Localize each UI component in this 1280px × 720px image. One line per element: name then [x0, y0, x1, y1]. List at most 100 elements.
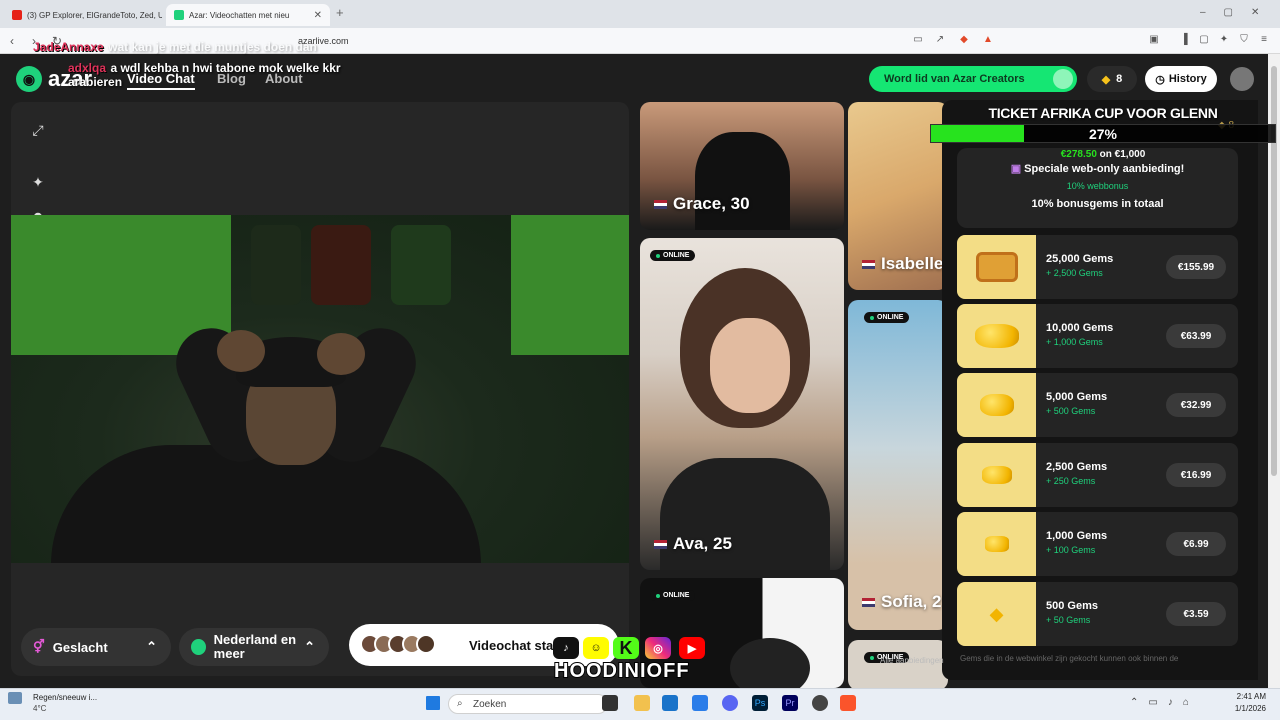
azar-creators-button[interactable]: Word lid van Azar Creators	[869, 66, 1077, 92]
browser-tab-active[interactable]: Azar: Videochatten met nieu ✕	[166, 4, 330, 26]
promo-box: ▣ Speciale web-only aanbieding! 10% webb…	[957, 148, 1238, 228]
taskbar-search[interactable]: ⌕ Zoeken	[448, 694, 608, 714]
gems-count: 8	[1116, 73, 1123, 85]
clock-time[interactable]: 2:41 AM	[1226, 692, 1266, 701]
donation-goal-percent: 27%	[1088, 126, 1118, 142]
pack-price-button[interactable]: €155.99	[1166, 255, 1226, 279]
person-hand	[317, 333, 365, 375]
person-hand	[217, 330, 265, 372]
discord-icon[interactable]	[722, 695, 738, 711]
premiere-icon[interactable]: Pr	[782, 695, 798, 711]
profile-card[interactable]: ONLINE Ava, 25	[640, 238, 844, 570]
pack-price-button[interactable]: €6.99	[1166, 532, 1226, 556]
screenshot-icon[interactable]: ▢	[1198, 34, 1210, 46]
profile-card[interactable]: ONLINE Sofia, 2	[848, 300, 948, 630]
pack-price-button[interactable]: €16.99	[1166, 463, 1226, 487]
expand-icon[interactable]: ⤢	[30, 122, 46, 138]
promo-title: ▣ Speciale web-only aanbieding!	[1010, 163, 1185, 175]
pack-price-button[interactable]: €32.99	[1166, 393, 1226, 417]
search-placeholder: Zoeken	[473, 698, 507, 710]
pack-price-button[interactable]: €3.59	[1166, 602, 1226, 626]
pack-price-button[interactable]: €63.99	[1166, 324, 1226, 348]
edge-icon[interactable]	[692, 695, 708, 711]
file-explorer-icon[interactable]	[634, 695, 650, 711]
cast-icon[interactable]: ▭	[912, 34, 924, 46]
system-tray-icons[interactable]: ⌃▭♪⌂	[1130, 697, 1199, 708]
tiktok-icon: ♪	[553, 637, 579, 659]
chevron-up-icon: ⌃	[146, 639, 157, 654]
single-gem-icon: ◆	[957, 582, 1036, 646]
coin-stack-icon	[957, 443, 1036, 507]
share-icon[interactable]: ↗	[934, 34, 946, 46]
card-photo	[730, 638, 810, 688]
streamer-name: HOODINIOFF	[553, 659, 690, 683]
video-chat-panel: ⤢ ✦ ☻ ⚥ Geslacht ⌃ Nederland en meer ⌃	[11, 102, 629, 676]
gem-pack[interactable]: 10,000 Gems + 1,000 Gems €63.99	[957, 304, 1238, 368]
webcam-feed	[11, 215, 629, 563]
gem-pack[interactable]: 1,000 Gems + 100 Gems €6.99	[957, 512, 1238, 576]
pack-bonus: + 500 Gems	[1046, 406, 1096, 416]
gem-icon: ◆	[1101, 73, 1111, 86]
youtube-icon	[12, 10, 22, 20]
store-icon[interactable]	[662, 695, 678, 711]
profile-avatar[interactable]	[1230, 67, 1254, 91]
pack-title: 2,500 Gems	[1046, 461, 1108, 473]
search-icon: ⌕	[457, 698, 463, 709]
shop-footnote: Gems die in de webwinkel zijn gekocht ku…	[960, 654, 1179, 663]
gems-balance[interactable]: ◆ 8	[1087, 66, 1137, 92]
card-name-text: Isabelle	[881, 254, 944, 273]
browser-tab[interactable]: (3) GP Explorer, ElGrandeToto, Zed, U	[4, 4, 162, 26]
task-view-icon[interactable]	[602, 695, 618, 711]
card-name: Ava, 25	[654, 534, 732, 554]
donation-goal-amount: €278.50 on €1,000	[930, 149, 1276, 160]
gem-pack[interactable]: 5,000 Gems + 500 Gems €32.99	[957, 373, 1238, 437]
close-tab-icon[interactable]: ✕	[314, 10, 322, 21]
card-name-text: Sofia, 2	[881, 592, 942, 611]
globe-icon	[191, 639, 206, 655]
azar-favicon-icon	[174, 10, 184, 20]
rewards-icon[interactable]: ▲	[982, 34, 994, 46]
profile-card[interactable]: Grace, 30	[640, 102, 844, 230]
promo-subtitle: 10% webbonus	[1066, 181, 1129, 191]
gem-pack[interactable]: ◆ 500 Gems + 50 Gems €3.59	[957, 582, 1238, 646]
address-field[interactable]: azarlive.com	[240, 32, 1000, 50]
weather-icon[interactable]	[8, 692, 22, 704]
clock-icon: ◷	[1155, 73, 1165, 86]
instagram-icon: ◎	[645, 637, 671, 659]
brave-shield-icon[interactable]: ◆	[958, 34, 970, 46]
chat-username: JadeAnnaxe	[33, 40, 104, 54]
photoshop-icon[interactable]: Ps	[752, 695, 768, 711]
chat-text: a wdl kehba n hwi tabone mok welke kkr a…	[68, 61, 341, 89]
card-name: Sofia, 2	[862, 592, 941, 612]
window-controls[interactable]: –▢✕	[1200, 7, 1277, 18]
vpn-icon[interactable]: ⛉	[1238, 34, 1250, 46]
effects-sparkle-icon[interactable]: ✦	[30, 174, 46, 190]
brave-icon[interactable]	[840, 695, 856, 711]
weather-title[interactable]: Regen/sneeuw i...	[33, 693, 97, 702]
wallet-icon[interactable]: ▣	[1148, 34, 1160, 46]
region-filter-button[interactable]: Nederland en meer ⌃	[179, 628, 329, 666]
sidebar-icon[interactable]: ▐	[1178, 34, 1190, 46]
weather-temp[interactable]: 4°C	[33, 704, 46, 713]
new-tab-button[interactable]: +	[336, 5, 344, 20]
region-label: Nederland en meer	[213, 632, 297, 661]
extensions-icon[interactable]: ✦	[1218, 34, 1230, 46]
donation-goal-title: TICKET AFRIKA CUP VOOR GLENN	[988, 105, 1218, 121]
us-flag-icon	[862, 597, 875, 607]
snapchat-icon: ☺	[583, 637, 609, 659]
gender-filter-button[interactable]: ⚥ Geslacht ⌃	[21, 628, 171, 666]
menu-icon[interactable]: ≡	[1258, 34, 1270, 46]
clock-date[interactable]: 1/1/2026	[1222, 704, 1266, 713]
pack-bonus: + 2,500 Gems	[1046, 268, 1103, 278]
browser-tab-bar: (3) GP Explorer, ElGrandeToto, Zed, U Az…	[0, 0, 1280, 28]
back-icon[interactable]: ‹	[10, 34, 14, 48]
gem-pack[interactable]: 25,000 Gems + 2,500 Gems €155.99	[957, 235, 1238, 299]
history-button[interactable]: ◷ History	[1145, 66, 1217, 92]
windows-start-icon[interactable]	[426, 696, 440, 710]
obs-icon[interactable]	[812, 695, 828, 711]
all-offers-link[interactable]: Alle aanbiedingen	[880, 656, 944, 665]
gem-pack[interactable]: 2,500 Gems + 250 Gems €16.99	[957, 443, 1238, 507]
us-flag-icon	[654, 539, 667, 549]
creators-label: Word lid van Azar Creators	[884, 73, 1025, 85]
pack-bonus: + 250 Gems	[1046, 476, 1096, 486]
